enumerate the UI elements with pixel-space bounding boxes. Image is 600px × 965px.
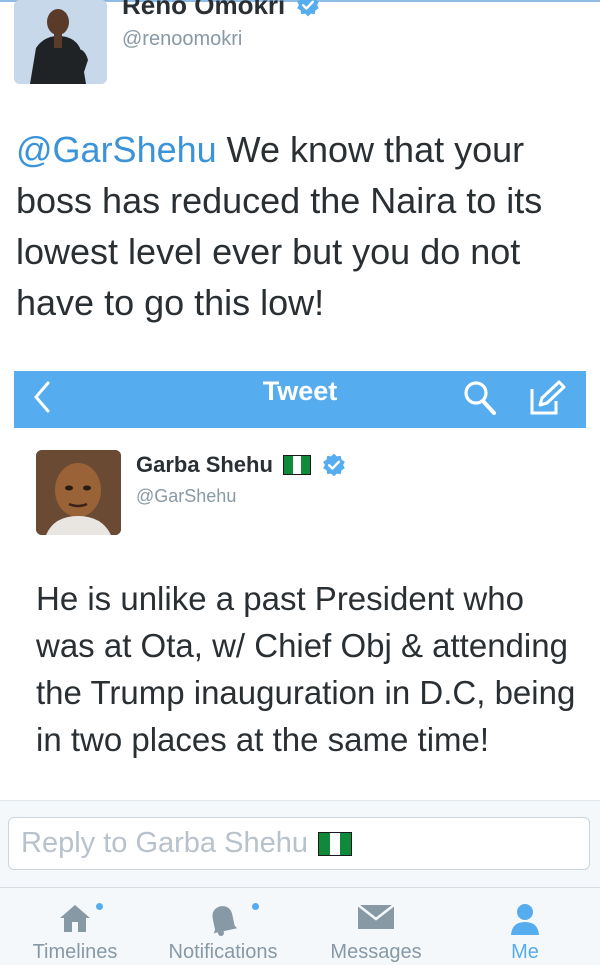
tab-label: Me [511, 941, 539, 963]
nav-title: Tweet [262, 376, 338, 406]
reply-placeholder: Reply to Garba Shehu [21, 827, 308, 859]
unread-dot [252, 903, 259, 910]
compose-button[interactable] [528, 379, 566, 422]
embedded-nav-bar: Tweet [14, 371, 586, 428]
search-icon [464, 381, 496, 415]
avatar-image [14, 0, 107, 84]
envelope-icon [357, 904, 395, 929]
nigeria-flag-icon [282, 455, 311, 475]
tweet-text: @GarShehu We know that your boss has red… [16, 124, 586, 328]
author-handle[interactable]: @renoomokri [122, 28, 242, 51]
tab-notifications[interactable]: Notifications [148, 888, 298, 965]
tab-label: Notifications [168, 941, 278, 963]
tab-label: Timelines [32, 941, 118, 963]
search-button[interactable] [462, 379, 498, 422]
avatar-image [36, 450, 121, 535]
author-name[interactable]: Garba Shehu [136, 452, 273, 478]
reply-input[interactable]: Reply to Garba Shehu [8, 817, 590, 870]
tweet-text: He is unlike a past President who was at… [36, 580, 576, 758]
person-icon [511, 904, 539, 935]
home-icon [60, 905, 90, 932]
tab-bar: Timelines Notifications Messages Me [0, 887, 600, 965]
author-handle[interactable]: @GarShehu [136, 486, 236, 507]
unread-dot [96, 903, 103, 910]
avatar-garba-shehu[interactable] [36, 450, 121, 535]
tab-messages[interactable]: Messages [301, 888, 451, 965]
avatar-reno-omokri[interactable] [14, 0, 107, 84]
nigeria-flag-icon [317, 831, 352, 856]
author-name[interactable]: Reno Omokri [122, 0, 285, 20]
verified-badge-icon [323, 453, 345, 477]
verified-badge-icon [297, 0, 320, 17]
reply-bar: Reply to Garba Shehu [0, 800, 600, 888]
embedded-tweet: Garba Shehu @GarShehu He is unlike a pas… [14, 430, 586, 805]
tab-me[interactable]: Me [450, 888, 600, 965]
mention-link[interactable]: @GarShehu [16, 129, 217, 170]
top-tweet: Reno Omokri @renoomokri @GarShehu We kno… [0, 0, 600, 370]
compose-icon [530, 380, 566, 415]
tab-timelines[interactable]: Timelines [0, 888, 150, 965]
tab-label: Messages [330, 941, 422, 963]
bell-icon [212, 906, 238, 936]
